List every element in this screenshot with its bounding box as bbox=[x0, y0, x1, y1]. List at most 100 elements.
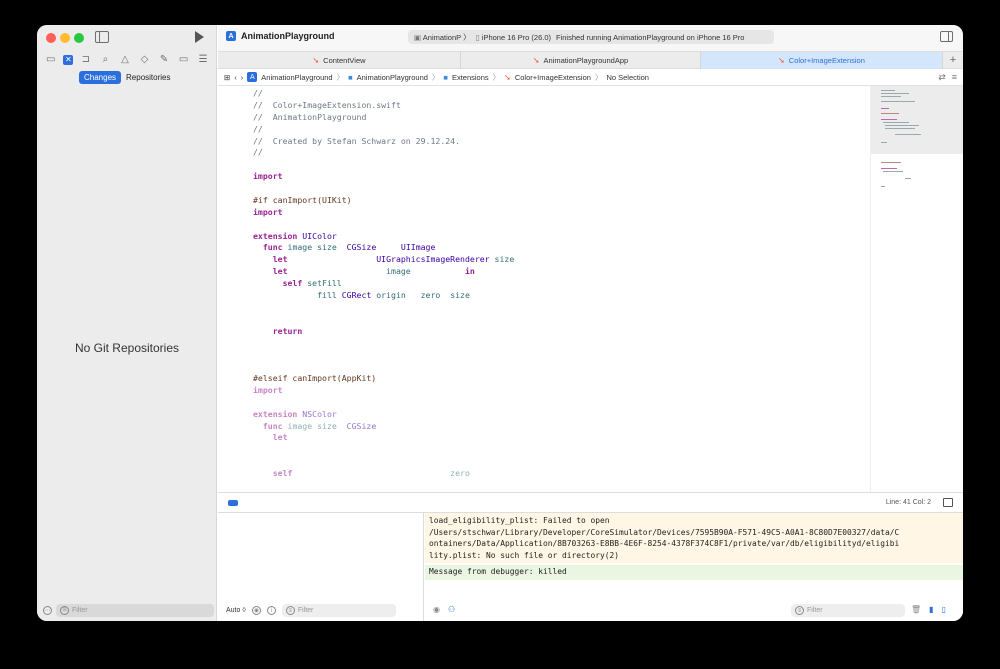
code-line[interactable]: self setFill bbox=[253, 278, 514, 290]
code-line[interactable]: self zero bbox=[253, 468, 514, 480]
code-line[interactable]: // bbox=[253, 124, 514, 136]
code-line[interactable] bbox=[253, 183, 514, 195]
close-window-button[interactable] bbox=[46, 33, 56, 43]
code-line[interactable]: extension NSColor bbox=[253, 409, 514, 421]
code-token: UIColor bbox=[302, 230, 337, 241]
scheme-selector[interactable]: ▣ AnimationP 〉 bbox=[414, 32, 471, 43]
code-line[interactable]: // bbox=[253, 147, 514, 159]
forward-icon[interactable]: › bbox=[241, 73, 244, 82]
code-line[interactable]: fill CGRect origin zero size bbox=[253, 290, 514, 302]
tab-color-imageextension[interactable]: ➘ Color+ImageExtension bbox=[701, 52, 943, 69]
code-line[interactable]: import bbox=[253, 385, 514, 397]
code-token: size bbox=[494, 254, 515, 265]
info-icon[interactable]: i bbox=[266, 606, 276, 615]
code-line[interactable] bbox=[253, 302, 514, 314]
report-icon[interactable]: ☰ bbox=[196, 54, 210, 66]
issue-icon[interactable]: △ bbox=[118, 54, 132, 66]
breakpoint-icon[interactable]: ▭ bbox=[177, 54, 191, 66]
code-line[interactable] bbox=[253, 337, 514, 349]
code-line[interactable]: #elseif canImport(AppKit) bbox=[253, 373, 514, 385]
source-control-icon[interactable]: ✕ bbox=[63, 55, 74, 65]
code-line[interactable] bbox=[253, 397, 514, 409]
tab-contentview[interactable]: ➘ ContentView bbox=[218, 52, 461, 69]
folder-icon[interactable]: ▭ bbox=[44, 54, 58, 66]
code-token: extension bbox=[253, 230, 303, 241]
minimap-line bbox=[881, 168, 897, 169]
refresh-icon[interactable]: ⇄ bbox=[938, 72, 946, 83]
sidebar-toggle-icon[interactable] bbox=[95, 31, 109, 43]
eye-icon[interactable]: ◉ bbox=[433, 605, 440, 614]
code-text[interactable]: //// Color+ImageExtension.swift// Animat… bbox=[253, 88, 514, 480]
bookmark-icon[interactable]: ⊐ bbox=[79, 54, 93, 66]
code-line[interactable]: // Created by Stefan Schwarz on 29.12.24… bbox=[253, 136, 514, 148]
python-icon[interactable]: ⚇ bbox=[448, 605, 455, 614]
editor-options-icon[interactable]: ≡ bbox=[952, 72, 957, 83]
code-line[interactable]: import bbox=[253, 207, 514, 219]
trash-icon[interactable]: 🗑 bbox=[911, 605, 921, 614]
code-line[interactable] bbox=[253, 159, 514, 171]
code-line[interactable] bbox=[253, 444, 514, 456]
destination-selector[interactable]: ▯ iPhone 16 Pro (26.0) bbox=[476, 33, 551, 42]
minimap[interactable] bbox=[870, 86, 963, 492]
console-pane-icon[interactable]: ▯ bbox=[942, 605, 946, 614]
code-token: CGSize bbox=[346, 242, 401, 253]
code-token: extension bbox=[253, 408, 303, 419]
breadcrumb-selection[interactable]: No Selection bbox=[606, 73, 649, 82]
code-line[interactable]: // AnimationPlayground bbox=[253, 112, 514, 124]
find-icon[interactable]: ⌕ bbox=[98, 54, 112, 66]
variables-pane-icon[interactable]: ▮ bbox=[929, 605, 933, 614]
code-line[interactable]: extension UIColor bbox=[253, 231, 514, 243]
options-icon[interactable]: ⋯ bbox=[43, 605, 52, 615]
console-footer-right: 🗑 ▮ ▯ bbox=[911, 605, 946, 614]
eye-icon[interactable]: ◉ bbox=[251, 606, 261, 615]
console-error-message: load_eligibility_plist: Failed to open /… bbox=[425, 513, 963, 563]
breadcrumb-extensions[interactable]: Extensions bbox=[452, 73, 489, 82]
code-line[interactable]: // Color+ImageExtension.swift bbox=[253, 100, 514, 112]
segment-repositories[interactable]: Repositories bbox=[121, 71, 175, 84]
minimize-window-button[interactable] bbox=[60, 33, 70, 43]
code-line[interactable]: func image size CGSize UIImage bbox=[253, 242, 514, 254]
run-icon[interactable] bbox=[195, 31, 204, 43]
code-line[interactable]: return bbox=[253, 326, 514, 338]
console-filter-input[interactable]: ≡ Filter bbox=[791, 604, 905, 617]
console-debugger-message: Message from debugger: killed bbox=[425, 565, 963, 580]
toolbar: A AnimationPlayground ▣ AnimationP 〉 ▯ i… bbox=[218, 25, 963, 51]
code-token: import bbox=[253, 171, 283, 182]
code-line[interactable]: let bbox=[253, 432, 514, 444]
code-line[interactable]: func image size CGSize bbox=[253, 421, 514, 433]
variables-filter-input[interactable]: ≡ Filter bbox=[281, 604, 396, 617]
breadcrumb-file[interactable]: Color+ImageExtension bbox=[515, 73, 591, 82]
code-line[interactable]: let image in bbox=[253, 266, 514, 278]
code-line[interactable] bbox=[253, 219, 514, 231]
breadcrumb-project[interactable]: AnimationPlayground bbox=[261, 73, 332, 82]
code-token: import bbox=[253, 206, 283, 217]
code-token: return bbox=[253, 325, 303, 336]
code-line[interactable] bbox=[253, 314, 514, 326]
inspector-toggle-icon[interactable] bbox=[940, 31, 953, 42]
code-token: let bbox=[253, 432, 288, 443]
back-icon[interactable]: ‹ bbox=[234, 73, 237, 82]
code-line[interactable]: #if canImport(UIKit) bbox=[253, 195, 514, 207]
code-line[interactable] bbox=[253, 361, 514, 373]
code-line[interactable]: import bbox=[253, 171, 514, 183]
code-line[interactable]: // bbox=[253, 88, 514, 100]
add-tab-button[interactable]: + bbox=[943, 52, 963, 68]
tab-animationplaygroundapp[interactable]: ➘ AnimationPlaygroundApp bbox=[461, 52, 701, 69]
code-line[interactable] bbox=[253, 349, 514, 361]
debug-icon[interactable]: ✎ bbox=[157, 54, 171, 66]
breadcrumb-group[interactable]: AnimationPlayground bbox=[357, 73, 428, 82]
debug-area-toggle-icon[interactable] bbox=[943, 498, 953, 507]
swift-file-icon: ➘ bbox=[532, 56, 540, 65]
code-line[interactable] bbox=[253, 456, 514, 468]
breakpoints-toggle-icon[interactable] bbox=[228, 500, 238, 506]
code-line[interactable]: let UIGraphicsImageRenderer size bbox=[253, 254, 515, 266]
zoom-window-button[interactable] bbox=[74, 33, 84, 43]
segment-changes[interactable]: Changes bbox=[79, 71, 122, 84]
source-editor[interactable]: //// Color+ImageExtension.swift// Animat… bbox=[218, 86, 870, 492]
navigator-filter-input[interactable]: ≡ Filter bbox=[56, 603, 214, 617]
code-token: setFill bbox=[307, 278, 342, 288]
related-items-icon[interactable]: ⊞ bbox=[224, 73, 230, 82]
test-icon[interactable]: ◇ bbox=[138, 54, 152, 66]
app-icon: ▣ bbox=[414, 32, 423, 42]
scope-selector[interactable]: Auto ◊ bbox=[226, 607, 246, 614]
